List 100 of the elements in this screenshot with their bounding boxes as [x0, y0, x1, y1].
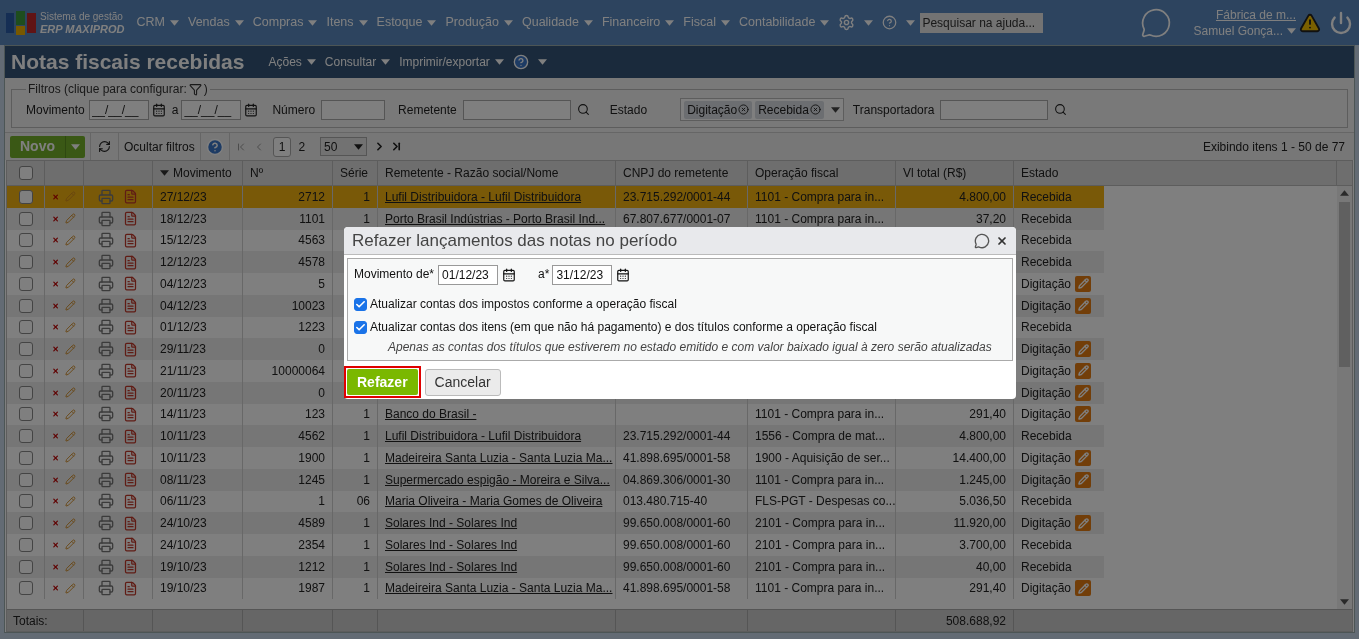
column-header[interactable]: CNPJ do remetente: [623, 164, 729, 182]
pencil-icon[interactable]: [65, 276, 76, 292]
remove-icon[interactable]: [809, 104, 821, 115]
caret-icon[interactable]: [234, 19, 244, 26]
menu-item[interactable]: Compras: [252, 13, 318, 32]
scrollbar[interactable]: [1337, 186, 1352, 609]
column-header[interactable]: Remetente - Razão social/Nome: [385, 164, 559, 182]
checkbox[interactable]: [18, 450, 33, 465]
printer-icon[interactable]: [98, 362, 114, 379]
page-menu[interactable]: Ações: [268, 53, 316, 71]
column-header[interactable]: Operação fiscal: [755, 164, 839, 182]
menu-item[interactable]: Itens: [326, 13, 368, 32]
menu-item[interactable]: Financeiro: [601, 13, 675, 32]
checkbox[interactable]: [18, 407, 33, 422]
checkbox[interactable]: [18, 189, 33, 204]
printer-icon[interactable]: [98, 449, 114, 466]
caret-icon[interactable]: [1287, 27, 1296, 34]
column-header[interactable]: Estado: [1021, 164, 1059, 182]
edit-icon[interactable]: [1075, 362, 1092, 379]
checkbox[interactable]: [18, 298, 33, 313]
printer-icon[interactable]: [98, 558, 114, 575]
edit-icon[interactable]: [1075, 515, 1092, 532]
pencil-icon[interactable]: [65, 385, 76, 401]
pencil-icon[interactable]: [65, 428, 76, 444]
menu-item[interactable]: Estoque: [376, 13, 437, 32]
settings-icon[interactable]: [838, 14, 856, 31]
calendar-icon[interactable]: [502, 268, 517, 282]
sender-link[interactable]: Madeireira Santa Luzia - Santa Luzia Ma...: [385, 448, 613, 467]
checkbox[interactable]: [354, 320, 367, 334]
checkbox[interactable]: [18, 342, 33, 357]
edit-icon[interactable]: [1075, 580, 1092, 597]
date-field[interactable]: 01/12/23: [438, 265, 499, 285]
page-button[interactable]: 2: [293, 136, 311, 157]
checkbox[interactable]: [18, 211, 33, 226]
printer-icon[interactable]: [98, 406, 114, 423]
pencil-icon[interactable]: [65, 515, 76, 531]
pencil-icon[interactable]: [65, 319, 76, 335]
caret-icon[interactable]: [354, 143, 364, 150]
edit-icon[interactable]: [1075, 297, 1092, 314]
checkbox[interactable]: [18, 255, 33, 270]
table-row[interactable]: 27/12/23 2712 1 Lufil Distribuidora - Lufil Distribuidora 23.715.292/0001-44 1101 - Compra para in... 4.800,00 Recebida: [7, 186, 1104, 208]
comment-icon[interactable]: [974, 232, 990, 249]
filters-legend[interactable]: Filtros (clique para configurar:: [28, 80, 187, 98]
new-button[interactable]: Novo: [10, 135, 85, 158]
printer-icon[interactable]: [98, 471, 114, 488]
user-menu[interactable]: Samuel Gonça...: [1193, 22, 1296, 39]
checkbox[interactable]: [18, 559, 33, 574]
checkbox[interactable]: [18, 537, 33, 552]
pdf-icon[interactable]: [123, 189, 138, 205]
sender-link[interactable]: Solares Ind - Solares Ind: [385, 514, 518, 533]
refresh-icon[interactable]: [98, 140, 111, 153]
checkbox[interactable]: [18, 494, 33, 509]
sender-field[interactable]: [462, 99, 571, 120]
printer-icon[interactable]: [98, 254, 114, 271]
pdf-icon[interactable]: [123, 363, 138, 379]
pdf-icon[interactable]: [123, 515, 138, 531]
caret-icon[interactable]: [537, 59, 547, 65]
edit-icon[interactable]: [1075, 471, 1092, 488]
pdf-icon[interactable]: [123, 428, 138, 444]
pencil-icon[interactable]: [65, 450, 76, 466]
caret-icon[interactable]: [503, 19, 513, 26]
caret-icon[interactable]: [820, 19, 830, 26]
menu-item[interactable]: Produção: [445, 13, 513, 32]
filter-icon[interactable]: [188, 82, 202, 96]
cancel-button[interactable]: Cancelar: [424, 368, 501, 396]
redo-button[interactable]: Refazer: [347, 369, 418, 395]
edit-icon[interactable]: [1075, 406, 1092, 423]
menu-item[interactable]: Fiscal: [683, 13, 730, 32]
sender-link[interactable]: Supermercado espigão - Moreira e Silva...: [385, 470, 610, 489]
caret-icon[interactable]: [583, 19, 593, 26]
caret-icon[interactable]: [665, 19, 675, 26]
edit-icon[interactable]: [1075, 341, 1092, 358]
search-icon[interactable]: [576, 103, 590, 116]
pencil-icon[interactable]: [65, 341, 76, 357]
printer-icon[interactable]: [98, 210, 114, 227]
printer-icon[interactable]: [98, 384, 114, 401]
caret-icon[interactable]: [71, 143, 80, 150]
pencil-icon[interactable]: [65, 472, 76, 488]
carrier-field[interactable]: [940, 99, 1049, 120]
printer-icon[interactable]: [98, 580, 114, 597]
pencil-icon[interactable]: [65, 406, 76, 422]
caret-icon[interactable]: [306, 59, 316, 65]
printer-icon[interactable]: [98, 536, 114, 553]
date-field[interactable]: 31/12/23: [552, 265, 613, 285]
pdf-icon[interactable]: [123, 341, 138, 357]
edit-icon[interactable]: [1075, 275, 1092, 292]
page-menu[interactable]: Imprimir/exportar: [399, 53, 504, 71]
pdf-icon[interactable]: [123, 450, 138, 466]
help-icon[interactable]: [882, 15, 898, 30]
checkbox[interactable]: [18, 472, 33, 487]
column-header[interactable]: Série: [340, 164, 368, 182]
printer-icon[interactable]: [98, 188, 114, 205]
pencil-icon[interactable]: [65, 232, 76, 248]
caret-icon[interactable]: [308, 19, 318, 26]
help-icon[interactable]: [512, 54, 529, 70]
sender-link[interactable]: Lufil Distribuidora - Lufil Distribuidora: [385, 427, 582, 446]
hide-filters-button[interactable]: Ocultar filtros: [124, 137, 195, 156]
close-icon[interactable]: [996, 234, 1008, 247]
checkbox[interactable]: [18, 320, 33, 335]
table-row[interactable]: 24/10/23 4589 1 Solares Ind - Solares Ind 99.650.008/0001-60 2101 - Compra para in... 11.920,00 Digitação: [7, 512, 1104, 534]
